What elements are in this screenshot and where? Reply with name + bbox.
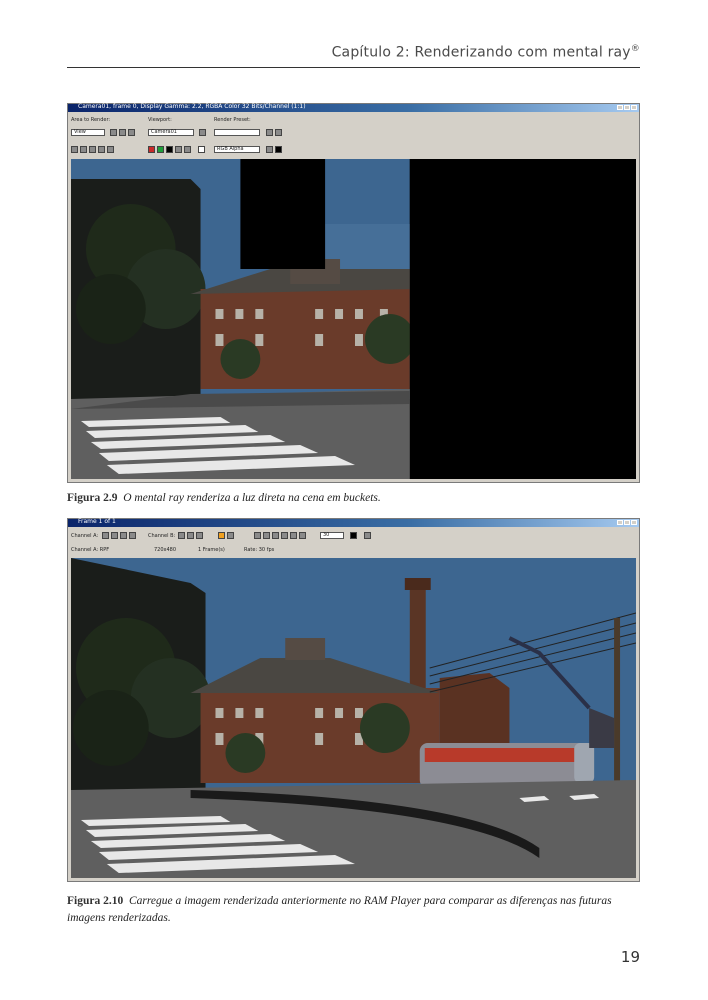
final-render-image (71, 558, 636, 878)
ram-player-title: Frame 1 of 1 (78, 518, 116, 525)
close-channel-a-icon[interactable] (120, 532, 127, 539)
render-preset-label: Render Preset: (214, 117, 251, 123)
monochrome-icon[interactable] (184, 146, 191, 153)
clone-window-icon[interactable] (89, 146, 96, 153)
blowup-icon[interactable] (128, 129, 135, 136)
clear-icon[interactable] (107, 146, 114, 153)
save-image-icon[interactable] (71, 146, 78, 153)
open-channel-a-icon[interactable] (102, 532, 109, 539)
channel-a-label: Channel A: (71, 533, 99, 539)
toggle-ui-overlay-icon[interactable] (266, 146, 273, 153)
running-head-text: Capítulo 2: Renderizando com mental ray (331, 44, 631, 61)
go-to-end-icon[interactable] (299, 532, 306, 539)
blue-channel-icon[interactable] (166, 146, 173, 153)
environment-icon[interactable] (275, 129, 282, 136)
image-size-text: 720x480 (154, 547, 177, 553)
figure-2-10-text: Carregue a imagem renderizada anteriorme… (67, 895, 612, 924)
viewport-dropdown[interactable]: Camera01 (148, 129, 194, 136)
area-to-render-label: Area to Render: (71, 117, 111, 123)
play-reverse-icon[interactable] (272, 532, 279, 539)
registered-mark: ® (630, 44, 640, 54)
running-head: Capítulo 2: Renderizando com mental ray® (332, 44, 640, 61)
ram-player-toolbar: Channel A: Channel B: 30 Channel A: RPF … (68, 527, 639, 557)
close-icon[interactable] (631, 105, 637, 110)
lock-icon[interactable] (199, 129, 206, 136)
rate-text: Rate: 30 fps (244, 547, 275, 553)
area-to-render-dropdown[interactable]: View (71, 129, 105, 136)
header-rule (67, 67, 640, 68)
maximize-icon[interactable] (624, 520, 630, 525)
render-toolbar: Area to Render: View Viewport: Camera01 … (68, 112, 639, 157)
minimize-icon[interactable] (617, 520, 623, 525)
figure-2-9-caption: Figura 2.9 O mental ray renderiza a luz … (67, 490, 640, 507)
channel-b-toggle-icon[interactable] (227, 532, 234, 539)
green-channel-icon[interactable] (157, 146, 164, 153)
print-icon[interactable] (98, 146, 105, 153)
alpha-channel-icon[interactable] (175, 146, 182, 153)
render-window-title: Camera01, frame 0, Display Gamma: 2.2, R… (78, 103, 306, 110)
channel-b-label: Channel B: (148, 533, 176, 539)
open-last-render-b-icon[interactable] (187, 532, 194, 539)
frame-rate-dropdown[interactable]: 30 (320, 532, 344, 539)
ram-player-viewport (71, 558, 636, 878)
open-channel-b-icon[interactable] (178, 532, 185, 539)
partial-render-image (71, 159, 636, 479)
frame-count-text: 1 Frame(s) (198, 547, 225, 553)
open-last-render-a-icon[interactable] (111, 532, 118, 539)
window-controls (617, 520, 637, 525)
render-setup-icon[interactable] (266, 129, 273, 136)
crop-icon[interactable] (119, 129, 126, 136)
region-icon[interactable] (110, 129, 117, 136)
close-channel-b-icon[interactable] (196, 532, 203, 539)
figure-2-9-text: O mental ray renderiza a luz direta na c… (123, 492, 381, 504)
save-channel-a-icon[interactable] (129, 532, 136, 539)
figure-2-9-label: Figura 2.9 (67, 492, 118, 504)
ram-player-titlebar: Frame 1 of 1 (68, 518, 639, 527)
next-frame-icon[interactable] (290, 532, 297, 539)
channel-a-toggle-icon[interactable] (218, 532, 225, 539)
figure-2-10: Frame 1 of 1 Channel A: Channel B: 30 Ch… (67, 518, 640, 882)
page-number: 19 (620, 948, 640, 966)
figure-2-10-caption: Figura 2.10 Carregue a imagem renderizad… (67, 893, 640, 927)
render-window-titlebar: Camera01, frame 0, Display Gamma: 2.2, R… (68, 103, 639, 112)
channel-a-info: Channel A: RPF (71, 547, 110, 553)
toggle-ui-icon[interactable] (275, 146, 282, 153)
minimize-icon[interactable] (617, 105, 623, 110)
render-viewport (71, 159, 636, 479)
window-controls (617, 105, 637, 110)
close-icon[interactable] (631, 520, 637, 525)
double-buffer-icon[interactable] (364, 532, 371, 539)
copy-image-icon[interactable] (80, 146, 87, 153)
play-forward-icon[interactable] (281, 532, 288, 539)
swatch-icon[interactable] (198, 146, 205, 153)
color-swatch-icon[interactable] (350, 532, 357, 539)
go-to-start-icon[interactable] (254, 532, 261, 539)
previous-frame-icon[interactable] (263, 532, 270, 539)
render-preset-dropdown[interactable] (214, 129, 260, 136)
red-channel-icon[interactable] (148, 146, 155, 153)
channel-display-dropdown[interactable]: RGB Alpha (214, 146, 260, 153)
maximize-icon[interactable] (624, 105, 630, 110)
viewport-label: Viewport: (148, 117, 172, 123)
figure-2-9: Camera01, frame 0, Display Gamma: 2.2, R… (67, 103, 640, 483)
figure-2-10-label: Figura 2.10 (67, 895, 124, 907)
